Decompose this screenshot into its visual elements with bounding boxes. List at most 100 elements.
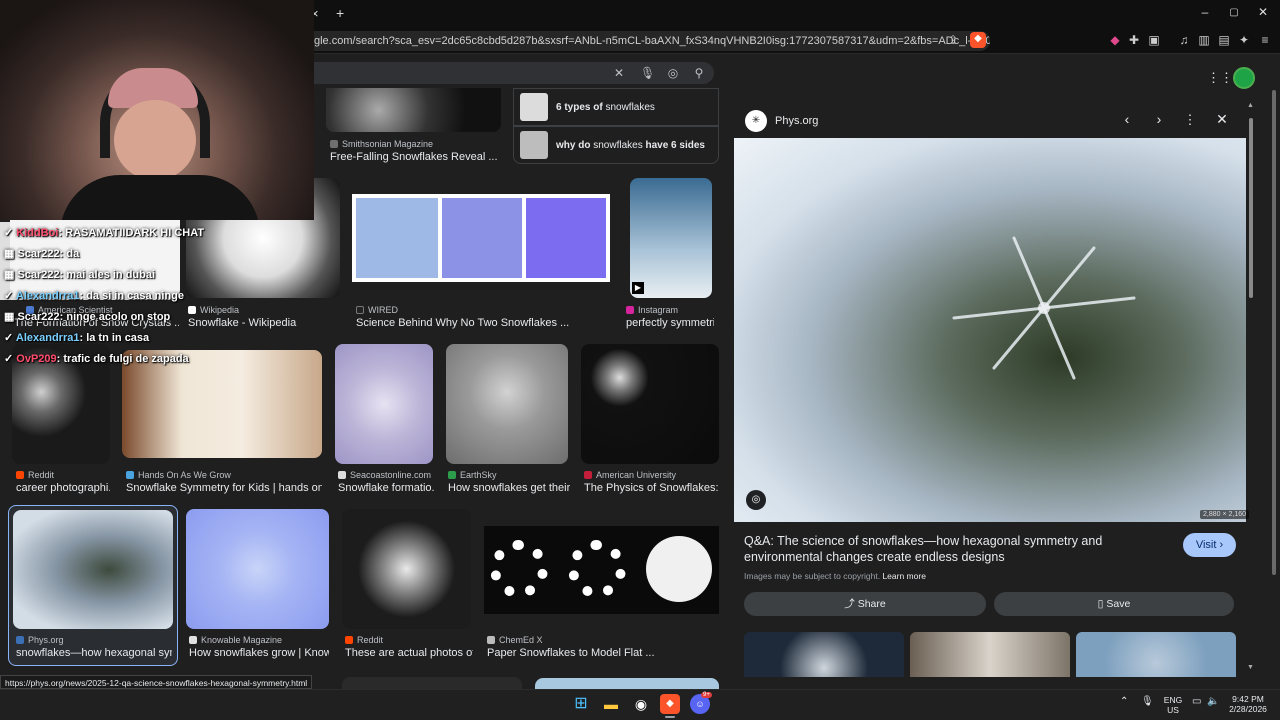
related-thumb	[520, 93, 548, 121]
result-caption[interactable]: Free-Falling Snowflakes Reveal ...	[330, 151, 505, 163]
related-image[interactable]	[744, 632, 904, 677]
page-scrollbar[interactable]	[1272, 90, 1276, 575]
chat-message: ✓ Alexandrra1: la tn in casa	[4, 332, 150, 344]
face	[114, 100, 196, 180]
next-image-button[interactable]: ›	[1149, 111, 1169, 127]
file-explorer-icon[interactable]: ▬	[601, 694, 621, 714]
chat-message: ▦ Scar222: da	[4, 248, 80, 260]
more-options-icon[interactable]: ⋮	[1180, 112, 1200, 128]
tray-expand-icon[interactable]: ⌃	[1120, 697, 1128, 707]
result-image-13[interactable]	[484, 526, 719, 614]
save-button[interactable]: ▯ Save	[994, 592, 1234, 616]
preview-title[interactable]: Q&A: The science of snowflakes—how hexag…	[744, 533, 1174, 565]
result-image-4[interactable]	[630, 178, 712, 298]
result-caption[interactable]: perfectly symmetri...	[626, 317, 714, 329]
result-image-11[interactable]	[186, 509, 329, 629]
result-source: EarthSky	[448, 470, 497, 480]
result-image-8[interactable]	[446, 344, 568, 464]
result-image-9[interactable]	[581, 344, 719, 464]
scroll-up-icon[interactable]: ▲	[1247, 102, 1254, 109]
microphone-icon[interactable]: 🎙	[1141, 697, 1154, 707]
result-caption[interactable]: Snowflake - Wikipedia	[188, 317, 338, 329]
result-image-3[interactable]	[352, 194, 610, 282]
result-source: Phys.org	[16, 635, 64, 645]
result-image-12[interactable]	[342, 509, 471, 629]
result-caption[interactable]: snowflakes—how hexagonal sym...	[16, 647, 172, 659]
close-preview-button[interactable]: ✕	[1212, 111, 1232, 128]
language-indicator[interactable]: ENG US	[1160, 695, 1186, 715]
link-status-bar: https://phys.org/news/2025-12-qa-science…	[0, 675, 313, 689]
chat-message: ▦ Scar222: ninge acolo on stop	[4, 311, 171, 323]
chat-username: Alexandrra1	[15, 332, 80, 344]
result-caption[interactable]: Snowflake Symmetry for Kids | hands on .…	[126, 482, 322, 494]
result-caption[interactable]: These are actual photos of...	[345, 647, 473, 659]
extensions-puzzle-icon[interactable]: ✚	[1127, 33, 1141, 47]
brave-browser-icon[interactable]: ◆	[660, 694, 680, 714]
lens-search-icon[interactable]: ◎	[666, 66, 680, 80]
visit-button[interactable]: Visit ›	[1183, 533, 1236, 557]
menu-icon[interactable]: ≡	[1258, 33, 1272, 47]
result-source: American University	[584, 470, 676, 480]
chat-username: Scar222	[17, 311, 60, 323]
result-caption[interactable]: career photographi...	[16, 482, 110, 494]
chat-username: Alexandrra1	[15, 290, 80, 302]
result-caption[interactable]: How snowflakes grow | Know...	[189, 647, 329, 659]
result-image-0[interactable]	[326, 88, 501, 132]
chat-username: KiddBoi	[16, 227, 59, 239]
related-search-0[interactable]: 6 types of snowflakes	[513, 88, 719, 126]
volume-icon[interactable]: 🔈	[1207, 697, 1219, 707]
related-image[interactable]	[1076, 632, 1236, 677]
scroll-down-icon[interactable]: ▼	[1247, 664, 1254, 671]
preview-image[interactable]	[734, 138, 1246, 522]
new-tab-button[interactable]: +	[336, 5, 344, 21]
close-window-button[interactable]: ✕	[1253, 5, 1273, 19]
minimize-button[interactable]: –	[1195, 5, 1215, 19]
site-logo-icon: ✳	[745, 110, 767, 132]
obs-icon[interactable]: ◉	[631, 694, 651, 714]
brave-shield-icon[interactable]: ◆	[970, 32, 986, 48]
network-icon[interactable]: ▭	[1192, 697, 1201, 707]
result-caption[interactable]: The Physics of Snowflakes: ...	[584, 482, 718, 494]
apps-grid-icon[interactable]: ⋮⋮	[1207, 70, 1233, 86]
result-source: ChemEd X	[487, 635, 543, 645]
result-caption[interactable]: How snowflakes get their...	[448, 482, 570, 494]
related-image[interactable]	[910, 632, 1070, 677]
previous-image-button[interactable]: ‹	[1117, 111, 1137, 127]
clock[interactable]: 9:42 PM 2/28/2026	[1226, 694, 1270, 714]
media-icon[interactable]: ♫	[1177, 33, 1191, 47]
lens-search-icon[interactable]: ◎	[746, 490, 766, 510]
chat-message: ▦ Scar222: mai ales in dubai	[4, 269, 156, 281]
chat-message: ✓ Alexandrra1: da si in casa ninge	[4, 290, 185, 302]
avatar[interactable]	[1233, 67, 1255, 89]
result-image-6[interactable]	[122, 350, 322, 458]
result-caption[interactable]: Paper Snowflakes to Model Flat ...	[487, 647, 717, 659]
related-search-1[interactable]: why do snowflakes have 6 sides	[513, 126, 719, 164]
sidebar-icon[interactable]: ▥	[1197, 33, 1211, 47]
leo-ai-icon[interactable]: ✦	[1237, 33, 1251, 47]
share-button[interactable]: ⤴ Share	[744, 592, 986, 616]
extension-shield-icon[interactable]: ◆	[1108, 33, 1122, 47]
voice-search-icon[interactable]: 🎙	[640, 66, 655, 80]
share-icon[interactable]: ⇪	[946, 33, 960, 47]
result-image-15[interactable]	[535, 678, 719, 689]
webcam-overlay	[0, 0, 314, 220]
wallet-icon[interactable]: ▤	[1217, 33, 1231, 47]
result-source: Smithsonian Magazine	[330, 139, 433, 149]
restore-button[interactable]: ▢	[1224, 7, 1244, 18]
preview-scrollbar[interactable]	[1249, 118, 1253, 298]
preview-site-name[interactable]: Phys.org	[775, 115, 818, 127]
result-image-14[interactable]	[342, 677, 522, 689]
result-caption[interactable]: Snowflake formatio...	[338, 482, 434, 494]
start-windows-icon[interactable]: ⊞	[571, 694, 591, 714]
result-image-10[interactable]	[13, 510, 173, 629]
extension-box-icon[interactable]: ▣	[1147, 33, 1161, 47]
result-image-7[interactable]	[335, 344, 433, 464]
search-icon[interactable]: ⚲	[692, 66, 706, 80]
url-field[interactable]: gle.com/search?sca_esv=2dc65c8cbd5d287b&…	[300, 31, 990, 51]
video-play-icon: ▶	[632, 282, 644, 294]
share-icon: ⤴	[844, 598, 858, 610]
result-caption[interactable]: Science Behind Why No Two Snowflakes ...	[356, 317, 611, 329]
learn-more-link[interactable]: Learn more	[882, 571, 925, 581]
clear-search-icon[interactable]: ✕	[612, 66, 626, 80]
chat-message: ✓ KiddBoi: RASAMATIIDARK HI CHAT	[4, 227, 205, 239]
